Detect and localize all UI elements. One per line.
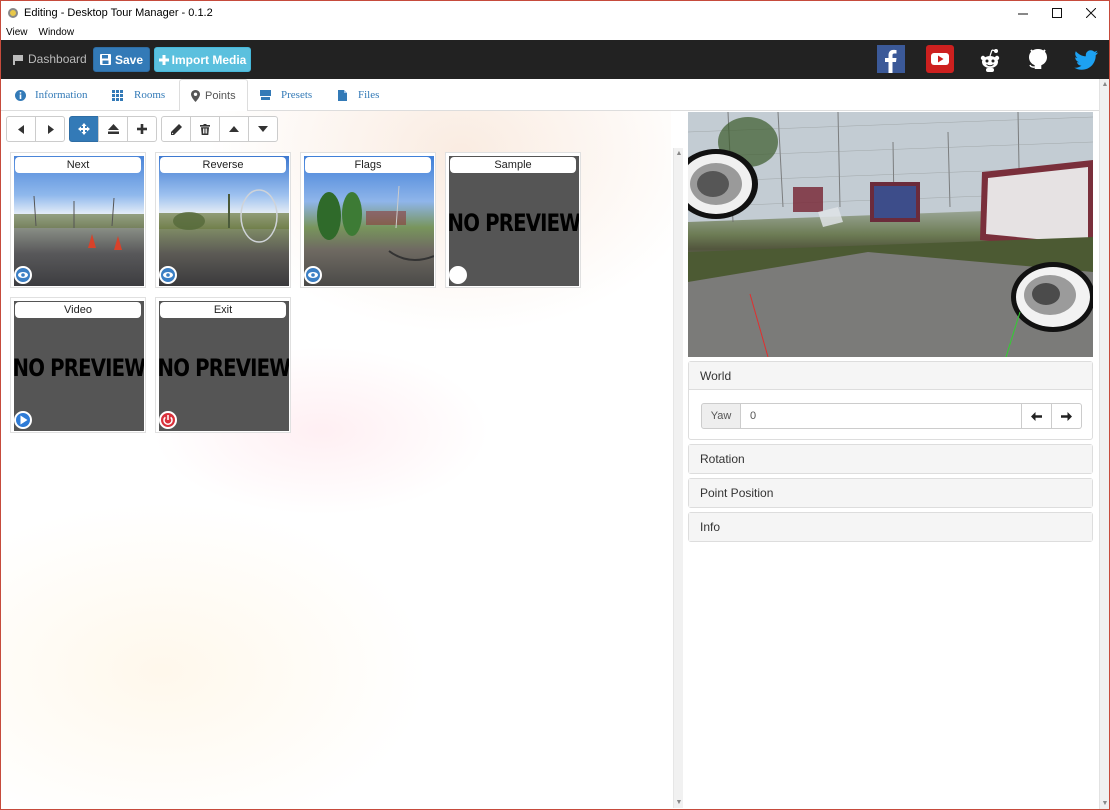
import-media-label: Import Media [171, 52, 247, 67]
point-preview-image [304, 156, 434, 286]
title-bar: Editing - Desktop Tour Manager - 0.1.2 [1, 1, 1109, 25]
yaw-input[interactable]: 0 [741, 403, 1022, 429]
delete-icon[interactable] [190, 116, 220, 142]
dashboard-label: Dashboard [28, 52, 87, 66]
up-icon[interactable] [219, 116, 249, 142]
tab-bar: Information Rooms Points Presets Files [1, 79, 1099, 112]
point-card-next[interactable]: Next [10, 152, 146, 288]
world-panel-title[interactable]: World [689, 362, 1092, 390]
move-icon[interactable] [69, 116, 99, 142]
no-preview: NO PREVIEW [14, 301, 144, 431]
rotation-panel-title[interactable]: Rotation [689, 445, 1092, 473]
info-panel: Info [688, 512, 1093, 542]
points-scrollbar[interactable]: ▲ ▼ [673, 148, 683, 808]
add-icon[interactable] [127, 116, 157, 142]
map-marker-icon [191, 89, 200, 102]
youtube-icon[interactable] [926, 45, 954, 73]
eye-icon[interactable] [159, 266, 177, 284]
app-icon [8, 8, 18, 18]
maximize-icon[interactable] [1040, 1, 1074, 25]
point-card-flags[interactable]: Flags [300, 152, 436, 288]
tab-information[interactable]: Information [15, 79, 88, 111]
point-label: Next [15, 157, 141, 173]
point-card-sample[interactable]: NO PREVIEW Sample [445, 152, 581, 288]
tab-presets[interactable]: Presets [260, 79, 312, 111]
close-icon[interactable] [1074, 1, 1108, 25]
point-preview-image [14, 156, 144, 286]
tab-files-label: Files [358, 89, 380, 101]
point-label: Reverse [160, 157, 286, 173]
top-navbar: Dashboard Save Import Media [1, 40, 1109, 79]
power-icon[interactable] [159, 411, 177, 429]
yaw-decrease-button[interactable] [1022, 403, 1052, 429]
flag-icon [13, 54, 23, 65]
github-icon[interactable] [1024, 45, 1052, 73]
window-title: Editing - Desktop Tour Manager - 0.1.2 [24, 7, 213, 19]
tab-files[interactable]: Files [338, 79, 379, 111]
yaw-label: Yaw [701, 403, 741, 429]
no-preview: NO PREVIEW [159, 301, 289, 431]
prev-icon[interactable] [6, 116, 36, 142]
point-position-panel: Point Position [688, 478, 1093, 508]
facebook-icon[interactable] [877, 45, 905, 73]
arrow-right-icon [1061, 411, 1072, 421]
tab-information-label: Information [35, 89, 88, 101]
eye-icon[interactable] [304, 266, 322, 284]
preset-icon [260, 90, 271, 100]
point-label: Exit [160, 302, 286, 318]
window-scrollbar[interactable]: ▲ ▼ [1099, 79, 1109, 809]
down-icon[interactable] [248, 116, 278, 142]
play-icon[interactable] [14, 411, 32, 429]
import-media-button[interactable]: Import Media [154, 47, 251, 72]
point-label: Flags [305, 157, 431, 173]
point-card-video[interactable]: NO PREVIEW Video [10, 297, 146, 433]
rotation-panel: Rotation [688, 444, 1093, 474]
file-icon [338, 89, 347, 101]
point-label: Video [15, 302, 141, 318]
panorama-preview[interactable] [688, 112, 1093, 357]
tab-presets-label: Presets [281, 89, 313, 101]
no-preview-text: NO PREVIEW [14, 354, 144, 382]
no-preview: NO PREVIEW [449, 156, 579, 286]
tab-points[interactable]: Points [179, 79, 248, 112]
menu-bar: View Window [1, 25, 1109, 40]
points-toolbar [6, 116, 282, 143]
edit-icon[interactable] [161, 116, 191, 142]
info-circle-icon [15, 89, 26, 101]
no-preview-text: NO PREVIEW [159, 354, 289, 382]
yaw-increase-button[interactable] [1052, 403, 1082, 429]
next-icon[interactable] [35, 116, 65, 142]
tab-points-label: Points [205, 89, 236, 102]
point-label: Sample [450, 157, 576, 173]
eject-icon[interactable] [98, 116, 128, 142]
point-card-exit[interactable]: NO PREVIEW Exit [155, 297, 291, 433]
floppy-icon [99, 54, 111, 65]
reddit-icon[interactable] [976, 45, 1004, 73]
dashboard-link[interactable]: Dashboard [13, 52, 87, 66]
circle-icon[interactable] [449, 266, 467, 284]
save-label: Save [114, 52, 144, 67]
points-panel: Next Reverse Flags NO PREVIEW Sample NO … [1, 111, 671, 809]
grid-icon [112, 89, 123, 101]
tab-rooms-label: Rooms [134, 89, 166, 101]
tab-rooms[interactable]: Rooms [112, 79, 165, 111]
no-preview-text: NO PREVIEW [449, 209, 579, 237]
eye-icon[interactable] [14, 266, 32, 284]
properties-panel: World Yaw 0 Rotation Point Position Info [687, 111, 1093, 809]
plus-icon [158, 54, 169, 65]
minimize-icon[interactable] [1006, 1, 1040, 25]
info-panel-title[interactable]: Info [689, 513, 1092, 541]
arrow-left-icon [1031, 411, 1042, 421]
point-position-panel-title[interactable]: Point Position [689, 479, 1092, 507]
yaw-input-group: Yaw 0 [701, 403, 1082, 429]
menu-window[interactable]: Window [39, 27, 75, 38]
world-panel: World Yaw 0 [688, 361, 1093, 440]
point-preview-image [159, 156, 289, 286]
point-card-reverse[interactable]: Reverse [155, 152, 291, 288]
twitter-icon[interactable] [1072, 45, 1100, 73]
app-window: Editing - Desktop Tour Manager - 0.1.2 V… [0, 0, 1110, 810]
menu-view[interactable]: View [6, 27, 28, 38]
save-button[interactable]: Save [93, 47, 150, 72]
